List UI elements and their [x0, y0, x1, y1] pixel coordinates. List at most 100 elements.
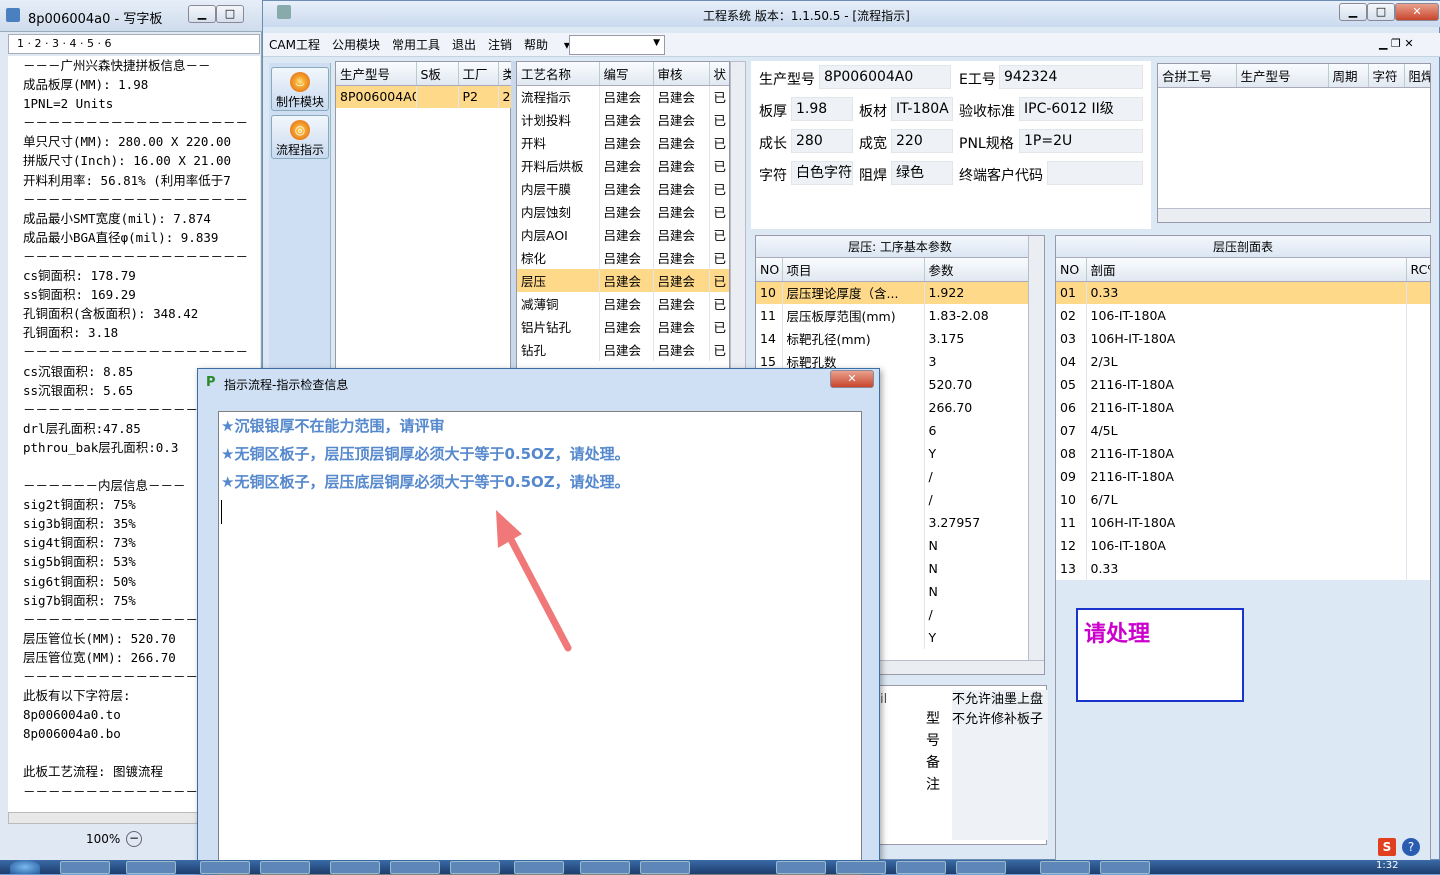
width-field[interactable]: 220	[891, 129, 953, 153]
stack-row[interactable]: 04 2/3L	[1056, 350, 1430, 373]
help-icon[interactable]: ?	[1402, 838, 1420, 856]
taskbar-button[interactable]	[514, 861, 564, 874]
horizontal-scrollbar[interactable]	[1158, 208, 1430, 222]
process-row[interactable]: 层压 吕建会 吕建会已	[517, 269, 729, 292]
column-header[interactable]: 字符	[1368, 64, 1405, 88]
soldermask-field[interactable]: 绿色	[891, 161, 953, 185]
param-row[interactable]: 10 层压理论厚度（含... 1.922	[756, 281, 1029, 304]
column-header[interactable]: S板	[416, 62, 459, 86]
column-header[interactable]: 生产型号	[336, 62, 417, 86]
minimize-button[interactable]: ▁	[188, 5, 216, 23]
taskbar-button[interactable]	[776, 861, 826, 874]
model-field[interactable]: 8P006004A0	[819, 65, 951, 89]
stack-row[interactable]: 01 0.33	[1056, 281, 1430, 304]
menu-item[interactable]: 退出	[446, 33, 482, 57]
ime-icon[interactable]: S	[1378, 838, 1396, 856]
column-header[interactable]: 审核	[653, 62, 710, 86]
close-button[interactable]: ✕	[1395, 3, 1439, 21]
column-header[interactable]: 状	[709, 62, 729, 86]
taskbar-button[interactable]	[126, 861, 176, 874]
stack-row[interactable]: 06 2116-IT-180A	[1056, 396, 1430, 419]
taskbar-button[interactable]	[1040, 861, 1090, 874]
column-header[interactable]: RC%	[1406, 258, 1430, 282]
length-field[interactable]: 280	[791, 129, 853, 153]
stack-row[interactable]: 03 106H-IT-180A	[1056, 327, 1430, 350]
column-header[interactable]: 生产型号	[1236, 64, 1329, 88]
column-header[interactable]: 项目	[782, 258, 925, 282]
pnl-field[interactable]: 1P=2U	[1019, 129, 1143, 153]
zoom-out-button[interactable]: −	[126, 831, 142, 847]
silkscreen-field[interactable]: 白色字符	[791, 161, 853, 185]
stack-row[interactable]: 12 106-IT-180A	[1056, 534, 1430, 557]
standard-field[interactable]: IPC-6012 II级	[1019, 97, 1143, 121]
taskbar-button[interactable]	[836, 861, 886, 874]
stack-row[interactable]: 02 106-IT-180A	[1056, 304, 1430, 327]
process-row[interactable]: 铝片钻孔 吕建会 吕建会已	[517, 315, 729, 338]
menu-item[interactable]: 帮助	[518, 33, 554, 57]
process-row[interactable]: 钻孔 吕建会 吕建会已	[517, 338, 729, 361]
start-button[interactable]	[10, 860, 40, 874]
tool-button[interactable]: ♨ 制作模块	[271, 67, 329, 111]
toolbar-combo[interactable]: ▼	[569, 35, 665, 55]
process-row[interactable]: 开料 吕建会 吕建会已	[517, 131, 729, 154]
taskbar-button[interactable]	[260, 861, 310, 874]
customer-code-field[interactable]	[1047, 161, 1143, 185]
minimize-button[interactable]: ▁	[1339, 3, 1367, 21]
process-row[interactable]: 内层AOI 吕建会 吕建会已	[517, 223, 729, 246]
stack-row[interactable]: 10 6/7L	[1056, 488, 1430, 511]
menu-item[interactable]: 注销	[482, 33, 518, 57]
taskbar-button[interactable]	[200, 861, 250, 874]
process-row[interactable]: 计划投料 吕建会 吕建会已	[517, 108, 729, 131]
vertical-scrollbar[interactable]	[1028, 236, 1044, 660]
maximize-button[interactable]: □	[216, 5, 244, 23]
taskbar-button[interactable]	[1100, 861, 1150, 874]
thickness-field[interactable]: 1.98	[791, 97, 853, 121]
column-header[interactable]: NO	[1056, 258, 1087, 282]
taskbar-button[interactable]	[956, 861, 1006, 874]
param-row[interactable]: 14 标靶孔径(mm) 3.175	[756, 327, 1029, 350]
menu-item[interactable]: 常用工具	[386, 33, 446, 57]
taskbar-button[interactable]	[450, 861, 500, 874]
stack-row[interactable]: 08 2116-IT-180A	[1056, 442, 1430, 465]
process-row[interactable]: 流程指示 吕建会 吕建会已	[517, 85, 729, 108]
column-header[interactable]: 合拼工号	[1158, 64, 1237, 88]
stack-row[interactable]: 11 106H-IT-180A	[1056, 511, 1430, 534]
stack-row[interactable]: 09 2116-IT-180A	[1056, 465, 1430, 488]
process-row[interactable]: 内层蚀刻 吕建会 吕建会已	[517, 200, 729, 223]
notes-box[interactable]: 不允许油墨上盘 不允许修补板子	[952, 690, 1048, 840]
tool-button[interactable]: ◎ 流程指示	[271, 115, 329, 159]
dialog-close-button[interactable]: ✕	[830, 370, 874, 388]
column-header[interactable]: NO	[756, 258, 783, 282]
process-row[interactable]: 棕化 吕建会 吕建会已	[517, 246, 729, 269]
column-header[interactable]: 工厂	[458, 62, 499, 86]
process-row[interactable]: 开料后烘板 吕建会 吕建会已	[517, 154, 729, 177]
taskbar-button[interactable]	[60, 861, 110, 874]
taskbar-button[interactable]	[390, 861, 440, 874]
ruler[interactable]: 1 · 2 · 3 · 4 · 5 · 6	[8, 34, 260, 54]
table-cell: 2	[498, 85, 513, 108]
column-header[interactable]: 类	[498, 62, 513, 86]
eno-field[interactable]: 942324	[999, 65, 1143, 89]
taskbar-button[interactable]	[640, 861, 690, 874]
param-row[interactable]: 11 层压板厚范围(mm) 1.83-2.08	[756, 304, 1029, 327]
job-row[interactable]: 8P006004A0 P2 2	[336, 85, 513, 108]
material-field[interactable]: IT-180A	[891, 97, 953, 121]
stack-row[interactable]: 13 0.33	[1056, 557, 1430, 580]
column-header[interactable]: 剖面	[1086, 258, 1407, 282]
column-header[interactable]: 参数	[924, 258, 1029, 282]
stack-row[interactable]: 05 2116-IT-180A	[1056, 373, 1430, 396]
process-row[interactable]: 减薄铜 吕建会 吕建会已	[517, 292, 729, 315]
taskbar-button[interactable]	[896, 861, 946, 874]
taskbar-button[interactable]	[330, 861, 380, 874]
column-header[interactable]: 工艺名称	[517, 62, 600, 86]
maximize-button[interactable]: □	[1367, 3, 1395, 21]
menu-item[interactable]: 公用模块	[326, 33, 386, 57]
mdi-controls[interactable]: ▁ ❐ ✕	[1379, 37, 1414, 50]
process-row[interactable]: 内层干膜 吕建会 吕建会已	[517, 177, 729, 200]
column-header[interactable]: 周期	[1328, 64, 1369, 88]
stack-row[interactable]: 07 4/5L	[1056, 419, 1430, 442]
menu-item[interactable]: CAM工程	[263, 33, 326, 57]
taskbar-button[interactable]	[580, 861, 630, 874]
column-header[interactable]: 编写	[599, 62, 654, 86]
column-header[interactable]: 阻焊	[1404, 64, 1430, 88]
